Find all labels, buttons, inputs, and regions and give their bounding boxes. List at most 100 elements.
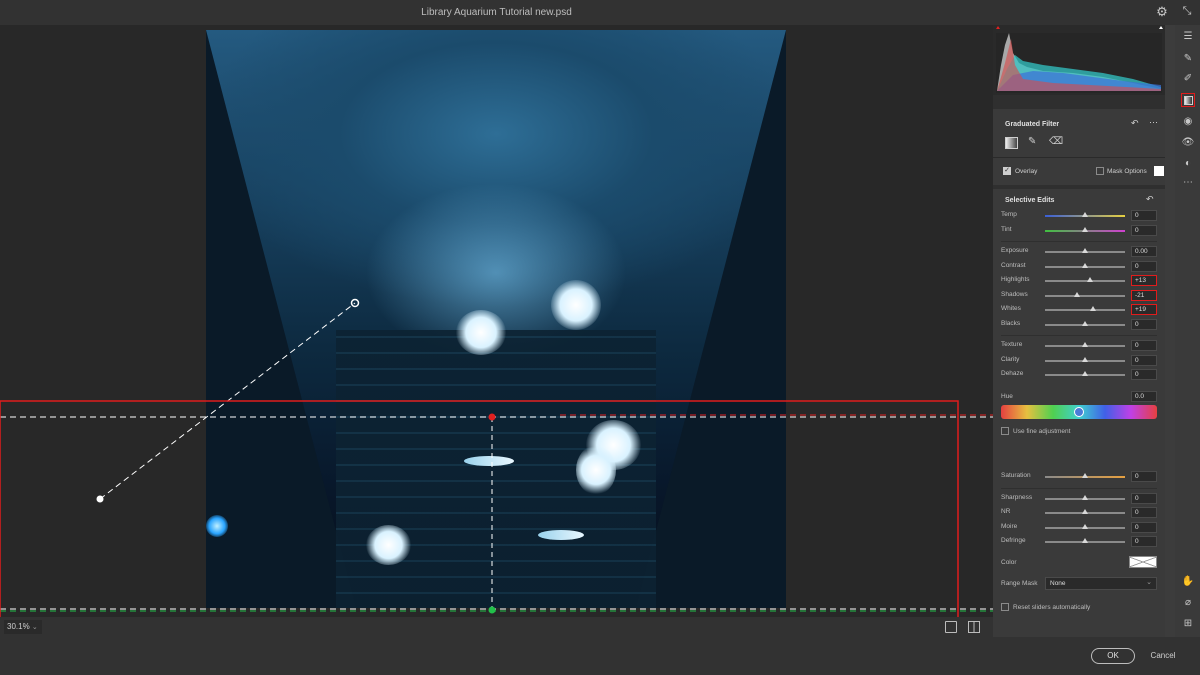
eraser-icon[interactable]: ⌫ bbox=[1049, 136, 1063, 147]
slider-value[interactable]: 0.00 bbox=[1131, 246, 1157, 257]
slider-value[interactable]: 0 bbox=[1131, 507, 1157, 518]
image-canvas[interactable] bbox=[0, 25, 993, 617]
slider-value[interactable]: +19 bbox=[1131, 304, 1157, 315]
filter-end-pin[interactable] bbox=[488, 606, 496, 614]
eyedropper-icon[interactable]: ⌀ bbox=[1181, 596, 1195, 610]
graduated-filter-icon[interactable] bbox=[1181, 93, 1195, 107]
slider-row-defringe[interactable]: Defringe 0 bbox=[993, 536, 1165, 548]
slider-label: Whites bbox=[1001, 305, 1021, 312]
slider-label: Clarity bbox=[1001, 355, 1020, 363]
slider-value[interactable]: 0 bbox=[1131, 340, 1157, 351]
slider-value[interactable]: 0 bbox=[1131, 260, 1157, 272]
slider-thumb[interactable] bbox=[1082, 320, 1088, 326]
slider-track[interactable] bbox=[1045, 294, 1125, 297]
reset-sliders-checkbox[interactable] bbox=[1001, 603, 1009, 611]
slider-row-contrast[interactable]: Contrast 0 bbox=[993, 260, 1165, 273]
overlay-checkbox[interactable]: ✓ bbox=[1003, 167, 1011, 175]
slider-thumb[interactable] bbox=[1082, 248, 1088, 253]
slider-value[interactable]: -21 bbox=[1131, 289, 1157, 301]
fine-adjustment-label: Use fine adjustment bbox=[1013, 428, 1071, 435]
more-icon[interactable]: ⋯ bbox=[1181, 176, 1195, 190]
slider-row-temp[interactable]: Temp 0 bbox=[993, 210, 1165, 222]
before-after-icon[interactable] bbox=[945, 621, 957, 633]
slider-row-highlights[interactable]: Highlights +13 bbox=[993, 275, 1165, 287]
slider-thumb[interactable] bbox=[1082, 356, 1088, 362]
rotation-handle[interactable] bbox=[96, 495, 104, 503]
slider-row-exposure[interactable]: Exposure 0.00 bbox=[993, 246, 1165, 258]
hue-slider-thumb[interactable] bbox=[1074, 407, 1084, 417]
slider-thumb[interactable] bbox=[1082, 212, 1088, 217]
graduated-filter-section: Graduated Filter ↶ ⋯ ✎ ⌫ ✓ Overlay Mask … bbox=[993, 109, 1165, 185]
slider-row-texture[interactable]: Texture 0 bbox=[993, 340, 1165, 352]
compare-view-icon[interactable] bbox=[968, 621, 980, 633]
slider-thumb[interactable] bbox=[1082, 538, 1088, 543]
ok-button[interactable]: OK bbox=[1091, 648, 1135, 664]
slider-thumb[interactable] bbox=[1082, 371, 1088, 376]
clipping-shadows-icon bbox=[996, 26, 1000, 29]
slider-row-saturation[interactable]: Saturation 0 bbox=[993, 471, 1165, 483]
slider-row-clarity[interactable]: Clarity 0 bbox=[993, 354, 1165, 367]
mask-options-checkbox[interactable] bbox=[1096, 167, 1104, 175]
fine-adjustment-checkbox[interactable] bbox=[1001, 427, 1009, 435]
slider-label: Shadows bbox=[1001, 290, 1028, 298]
gear-icon[interactable]: ⚙ bbox=[1155, 5, 1169, 19]
slider-track[interactable] bbox=[1045, 309, 1125, 311]
slider-value[interactable]: +13 bbox=[1131, 275, 1157, 286]
slider-row-dehaze[interactable]: Dehaze 0 bbox=[993, 369, 1165, 381]
graduated-filter-overlay[interactable] bbox=[0, 25, 993, 617]
presets-icon[interactable]: ◐ bbox=[1181, 157, 1195, 171]
slider-thumb[interactable] bbox=[1082, 262, 1088, 268]
cancel-button[interactable]: Cancel bbox=[1143, 648, 1183, 664]
brush-mask-icon[interactable]: ✎ bbox=[1028, 136, 1036, 147]
slider-value[interactable]: 0 bbox=[1131, 318, 1157, 330]
slider-row-sharpness[interactable]: Sharpness 0 bbox=[993, 492, 1165, 505]
slider-row-whites[interactable]: Whites +19 bbox=[993, 304, 1165, 316]
red-eye-icon[interactable]: 👁 bbox=[1181, 136, 1195, 150]
slider-thumb[interactable] bbox=[1082, 494, 1088, 500]
zoom-select[interactable]: 30.1% ⌄ bbox=[4, 620, 42, 634]
new-mask-icon[interactable] bbox=[1005, 137, 1018, 149]
slider-row-nr[interactable]: NR 0 bbox=[993, 507, 1165, 519]
reset-icon[interactable]: ↶ bbox=[1146, 194, 1154, 205]
slider-thumb[interactable] bbox=[1082, 226, 1088, 232]
sliders-icon[interactable]: ☰ bbox=[1181, 30, 1195, 44]
hue-slider[interactable] bbox=[1001, 405, 1157, 419]
slider-thumb[interactable] bbox=[1087, 277, 1094, 282]
reset-icon[interactable]: ↶ bbox=[1131, 118, 1139, 129]
selective-edits-section: Selective Edits ↶ Temp 0 Tint 0 Exposure 0.00… bbox=[993, 189, 1165, 637]
more-icon[interactable]: ⋯ bbox=[1149, 117, 1158, 128]
slider-value[interactable]: 0 bbox=[1131, 521, 1157, 533]
slider-thumb[interactable] bbox=[1073, 291, 1080, 297]
hand-icon[interactable]: ✋ bbox=[1181, 575, 1195, 589]
slider-row-blacks[interactable]: Blacks 0 bbox=[993, 318, 1165, 331]
hue-value[interactable]: 0.0 bbox=[1131, 391, 1157, 402]
separator bbox=[1001, 335, 1157, 336]
range-mask-select[interactable]: None ⌄ bbox=[1045, 577, 1157, 590]
slider-track[interactable] bbox=[1045, 280, 1125, 282]
brush-icon[interactable]: ✎ bbox=[1181, 52, 1195, 66]
pen-icon[interactable]: ✐ bbox=[1181, 72, 1195, 86]
slider-thumb[interactable] bbox=[1082, 523, 1088, 529]
slider-thumb[interactable] bbox=[1082, 473, 1088, 478]
reset-sliders-label: Reset sliders automatically bbox=[1013, 604, 1091, 611]
slider-row-moire[interactable]: Moire 0 bbox=[993, 521, 1165, 534]
collapse-icon[interactable]: ⤡ bbox=[1180, 5, 1194, 19]
slider-value[interactable]: 0 bbox=[1131, 354, 1157, 366]
mask-color-swatch[interactable] bbox=[1154, 166, 1164, 176]
slider-row-tint[interactable]: Tint 0 bbox=[993, 224, 1165, 237]
slider-value[interactable]: 0 bbox=[1131, 210, 1157, 221]
slider-row-shadows[interactable]: Shadows -21 bbox=[993, 289, 1165, 302]
filter-start-pin[interactable] bbox=[488, 413, 496, 421]
slider-thumb[interactable] bbox=[1082, 342, 1088, 347]
grid-icon[interactable]: ⊞ bbox=[1181, 617, 1195, 631]
color-swatch[interactable] bbox=[1129, 556, 1157, 568]
slider-thumb[interactable] bbox=[1089, 306, 1096, 311]
slider-value[interactable]: 0 bbox=[1131, 369, 1157, 380]
slider-label: Exposure bbox=[1001, 247, 1029, 254]
slider-value[interactable]: 0 bbox=[1131, 224, 1157, 236]
radial-filter-icon[interactable]: ◉ bbox=[1181, 115, 1195, 129]
slider-thumb[interactable] bbox=[1082, 509, 1088, 514]
slider-value[interactable]: 0 bbox=[1131, 471, 1157, 482]
slider-value[interactable]: 0 bbox=[1131, 536, 1157, 547]
slider-value[interactable]: 0 bbox=[1131, 492, 1157, 504]
